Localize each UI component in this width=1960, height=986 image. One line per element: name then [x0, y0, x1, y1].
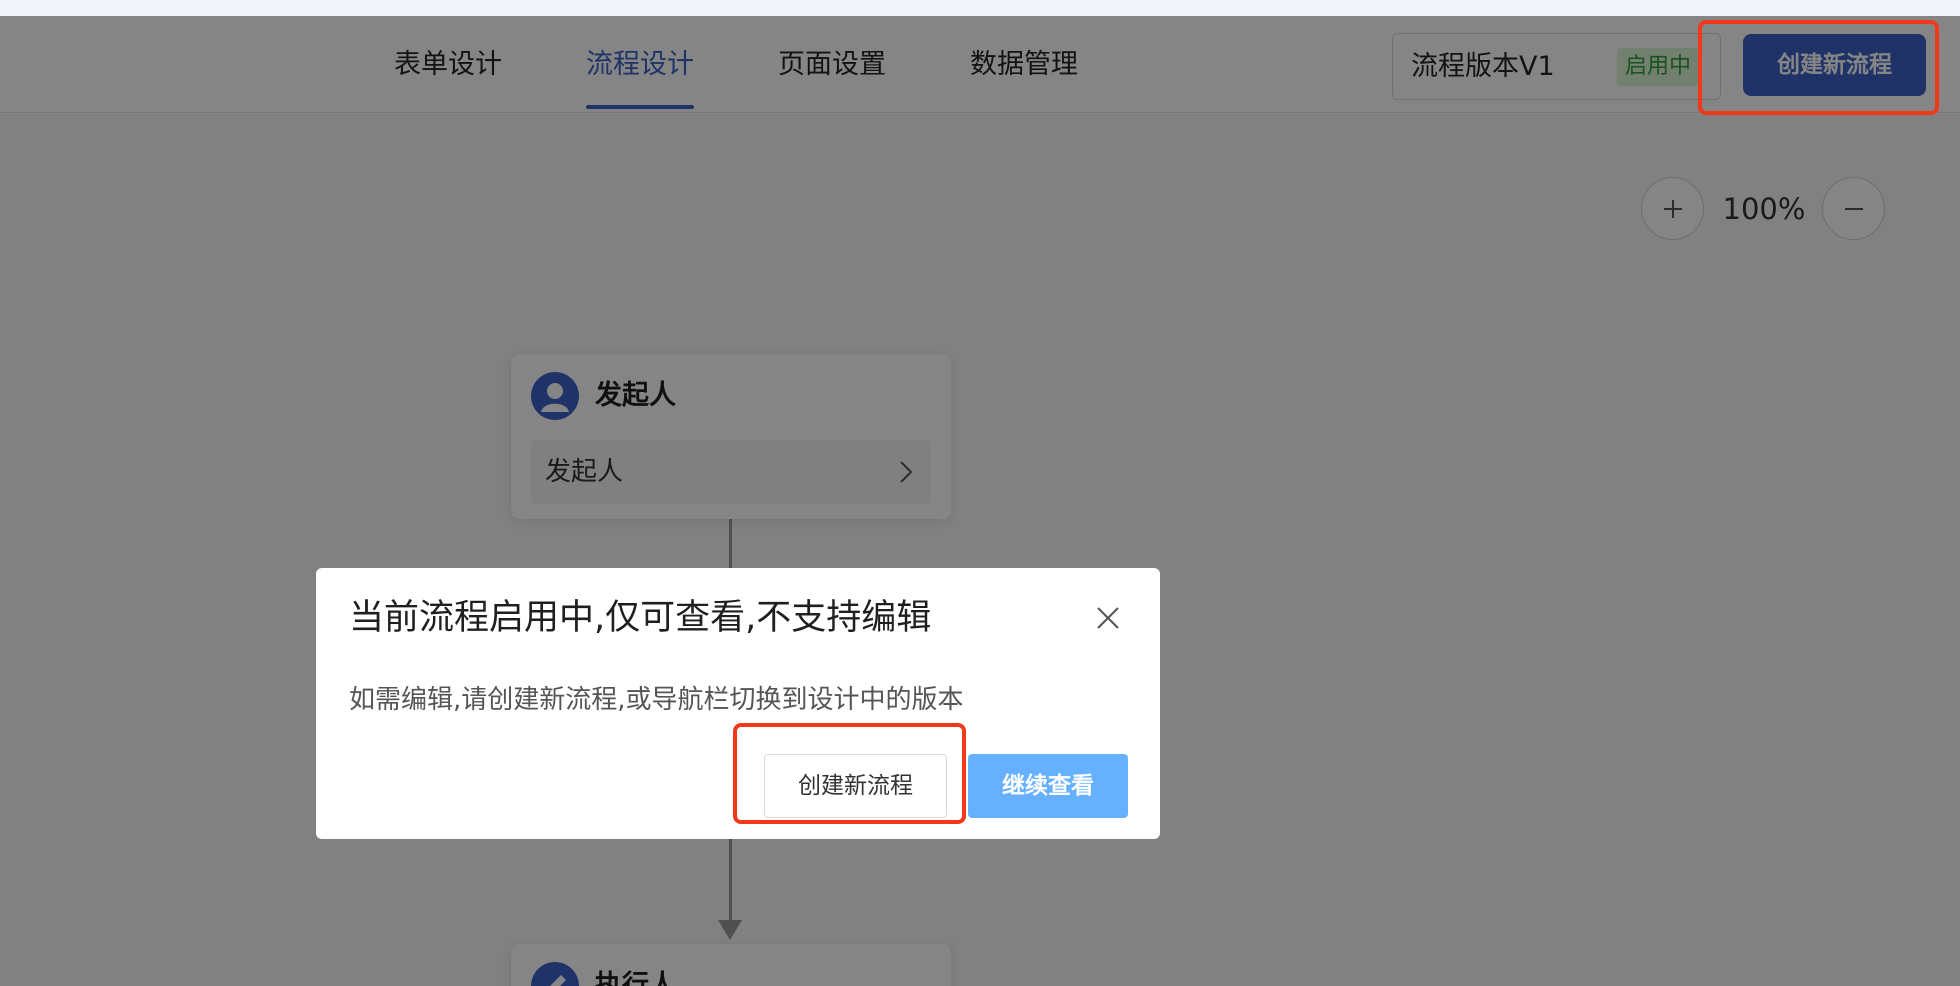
browser-top-strip: [0, 0, 1960, 16]
highlight-box: [733, 723, 966, 824]
dialog-message: 如需编辑,请创建新流程,或导航栏切换到设计中的版本: [349, 685, 964, 715]
modal-overlay[interactable]: [0, 16, 1960, 986]
dialog-title: 当前流程启用中,仅可查看,不支持编辑: [349, 598, 932, 638]
close-icon[interactable]: [1094, 604, 1122, 632]
highlight-box: [1698, 20, 1939, 115]
continue-viewing-button[interactable]: 继续查看: [968, 754, 1128, 818]
